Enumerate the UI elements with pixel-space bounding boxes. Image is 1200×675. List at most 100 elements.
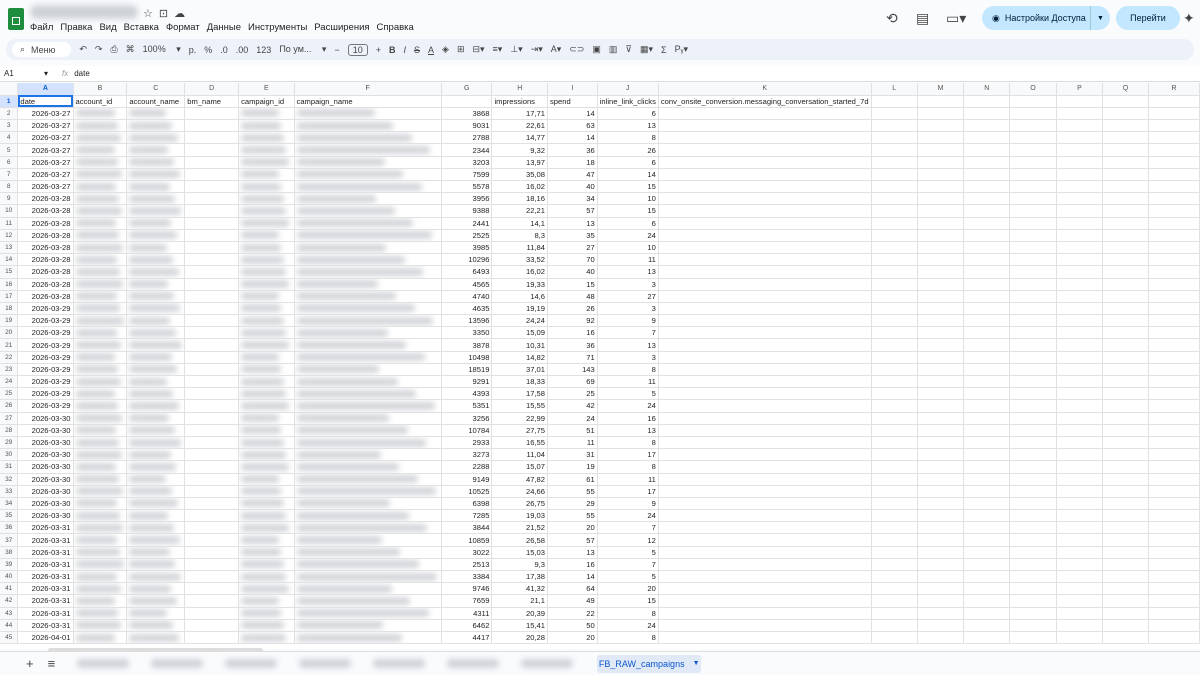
redacted-cell[interactable] (238, 290, 295, 303)
conversations-cell[interactable]: 14 (597, 168, 659, 182)
star-icon[interactable]: ☆ (143, 8, 159, 20)
impressions-cell[interactable]: 9746 (441, 582, 493, 596)
conversations-cell[interactable]: 13 (597, 338, 659, 352)
empty-cell[interactable] (1056, 143, 1104, 157)
empty-cell[interactable] (1056, 485, 1104, 498)
row-number[interactable]: 1 (0, 95, 19, 108)
empty-cell[interactable] (1009, 631, 1057, 645)
empty-cell[interactable] (1009, 582, 1057, 596)
row-number[interactable]: 4 (0, 131, 19, 145)
empty-cell[interactable] (1056, 607, 1104, 620)
empty-cell[interactable] (871, 168, 918, 182)
column-header[interactable]: F (294, 83, 442, 96)
redacted-cell[interactable] (238, 619, 295, 632)
empty-cell[interactable] (1056, 290, 1104, 303)
empty-cell[interactable] (1102, 192, 1149, 206)
empty-cell[interactable] (963, 485, 1011, 498)
redacted-cell[interactable] (238, 363, 295, 377)
empty-cell[interactable] (917, 448, 965, 462)
conversations-cell[interactable]: 26 (597, 143, 659, 157)
empty-cell[interactable] (1056, 436, 1104, 450)
empty-cell[interactable] (871, 278, 918, 291)
redacted-cell[interactable] (238, 119, 295, 133)
empty-cell[interactable] (184, 399, 240, 413)
spend-cell[interactable]: 33,52 (491, 253, 548, 267)
empty-cell[interactable] (1056, 533, 1104, 547)
redacted-cell[interactable] (294, 326, 442, 340)
column-header[interactable]: L (871, 83, 918, 96)
empty-cell[interactable] (871, 521, 918, 535)
empty-cell[interactable] (658, 217, 872, 230)
spend-cell[interactable]: 9,32 (491, 143, 548, 157)
impressions-cell[interactable]: 7285 (441, 509, 493, 523)
empty-cell[interactable] (1056, 619, 1104, 632)
empty-cell[interactable] (1148, 314, 1200, 328)
redacted-cell[interactable] (126, 570, 186, 584)
empty-cell[interactable] (1009, 180, 1057, 194)
empty-cell[interactable] (658, 521, 872, 535)
clicks-cell[interactable]: 57 (547, 204, 598, 218)
empty-cell[interactable] (1056, 241, 1104, 255)
clicks-cell[interactable]: 20 (547, 631, 598, 645)
redacted-cell[interactable] (73, 460, 128, 474)
redacted-cell[interactable] (238, 387, 295, 401)
row-number[interactable]: 28 (0, 424, 19, 437)
empty-cell[interactable] (963, 460, 1011, 474)
redacted-cell[interactable] (294, 363, 442, 377)
empty-cell[interactable] (871, 436, 918, 450)
empty-cell[interactable] (1056, 253, 1104, 267)
conversations-cell[interactable]: 11 (597, 253, 659, 267)
redacted-cell[interactable] (238, 412, 295, 425)
empty-cell[interactable] (1009, 290, 1057, 303)
empty-cell[interactable] (184, 558, 240, 572)
column-header[interactable]: K (658, 83, 872, 96)
empty-cell[interactable] (871, 509, 918, 523)
empty-cell[interactable] (917, 497, 965, 511)
date-cell[interactable]: 2026-03-29 (17, 363, 74, 377)
empty-cell[interactable] (658, 192, 872, 206)
empty-cell[interactable] (1102, 363, 1149, 377)
conversations-cell[interactable]: 24 (597, 619, 659, 632)
empty-cell[interactable] (184, 278, 240, 291)
empty-cell[interactable] (1102, 95, 1149, 108)
empty-cell[interactable] (871, 448, 918, 462)
empty-cell[interactable] (963, 241, 1011, 255)
empty-cell[interactable] (1102, 497, 1149, 511)
empty-cell[interactable] (1056, 351, 1104, 364)
impressions-cell[interactable]: 4393 (441, 387, 493, 401)
empty-cell[interactable] (1102, 509, 1149, 523)
sheet-tab-redacted[interactable] (217, 655, 285, 673)
redacted-cell[interactable] (126, 375, 186, 389)
column-header[interactable]: C (126, 83, 186, 96)
empty-cell[interactable] (184, 473, 240, 486)
empty-cell[interactable] (184, 241, 240, 255)
empty-cell[interactable] (871, 607, 918, 620)
font-size-input[interactable]: 10 (347, 43, 368, 56)
empty-cell[interactable] (184, 338, 240, 352)
redacted-cell[interactable] (238, 546, 295, 559)
row-number[interactable]: 37 (0, 533, 19, 547)
empty-cell[interactable] (871, 558, 918, 572)
redacted-cell[interactable] (126, 619, 186, 632)
redacted-cell[interactable] (294, 521, 442, 535)
empty-cell[interactable] (963, 253, 1011, 267)
empty-cell[interactable] (1148, 204, 1200, 218)
empty-cell[interactable] (184, 448, 240, 462)
empty-cell[interactable] (871, 253, 918, 267)
date-cell[interactable]: 2026-03-28 (17, 290, 74, 303)
empty-cell[interactable] (963, 302, 1011, 316)
impressions-cell[interactable]: 2344 (441, 143, 493, 157)
empty-cell[interactable] (184, 363, 240, 377)
conversations-cell[interactable]: 3 (597, 351, 659, 364)
redacted-cell[interactable] (294, 143, 442, 157)
row-number[interactable]: 43 (0, 607, 19, 620)
empty-cell[interactable] (184, 180, 240, 194)
redacted-cell[interactable] (238, 338, 295, 352)
empty-cell[interactable] (1148, 375, 1200, 389)
redacted-cell[interactable] (73, 607, 128, 620)
date-cell[interactable]: 2026-03-29 (17, 314, 74, 328)
impressions-cell[interactable]: 4311 (441, 607, 493, 620)
header-cell[interactable]: inline_link_clicks (597, 95, 659, 108)
clicks-cell[interactable]: 34 (547, 192, 598, 206)
empty-cell[interactable] (1148, 460, 1200, 474)
